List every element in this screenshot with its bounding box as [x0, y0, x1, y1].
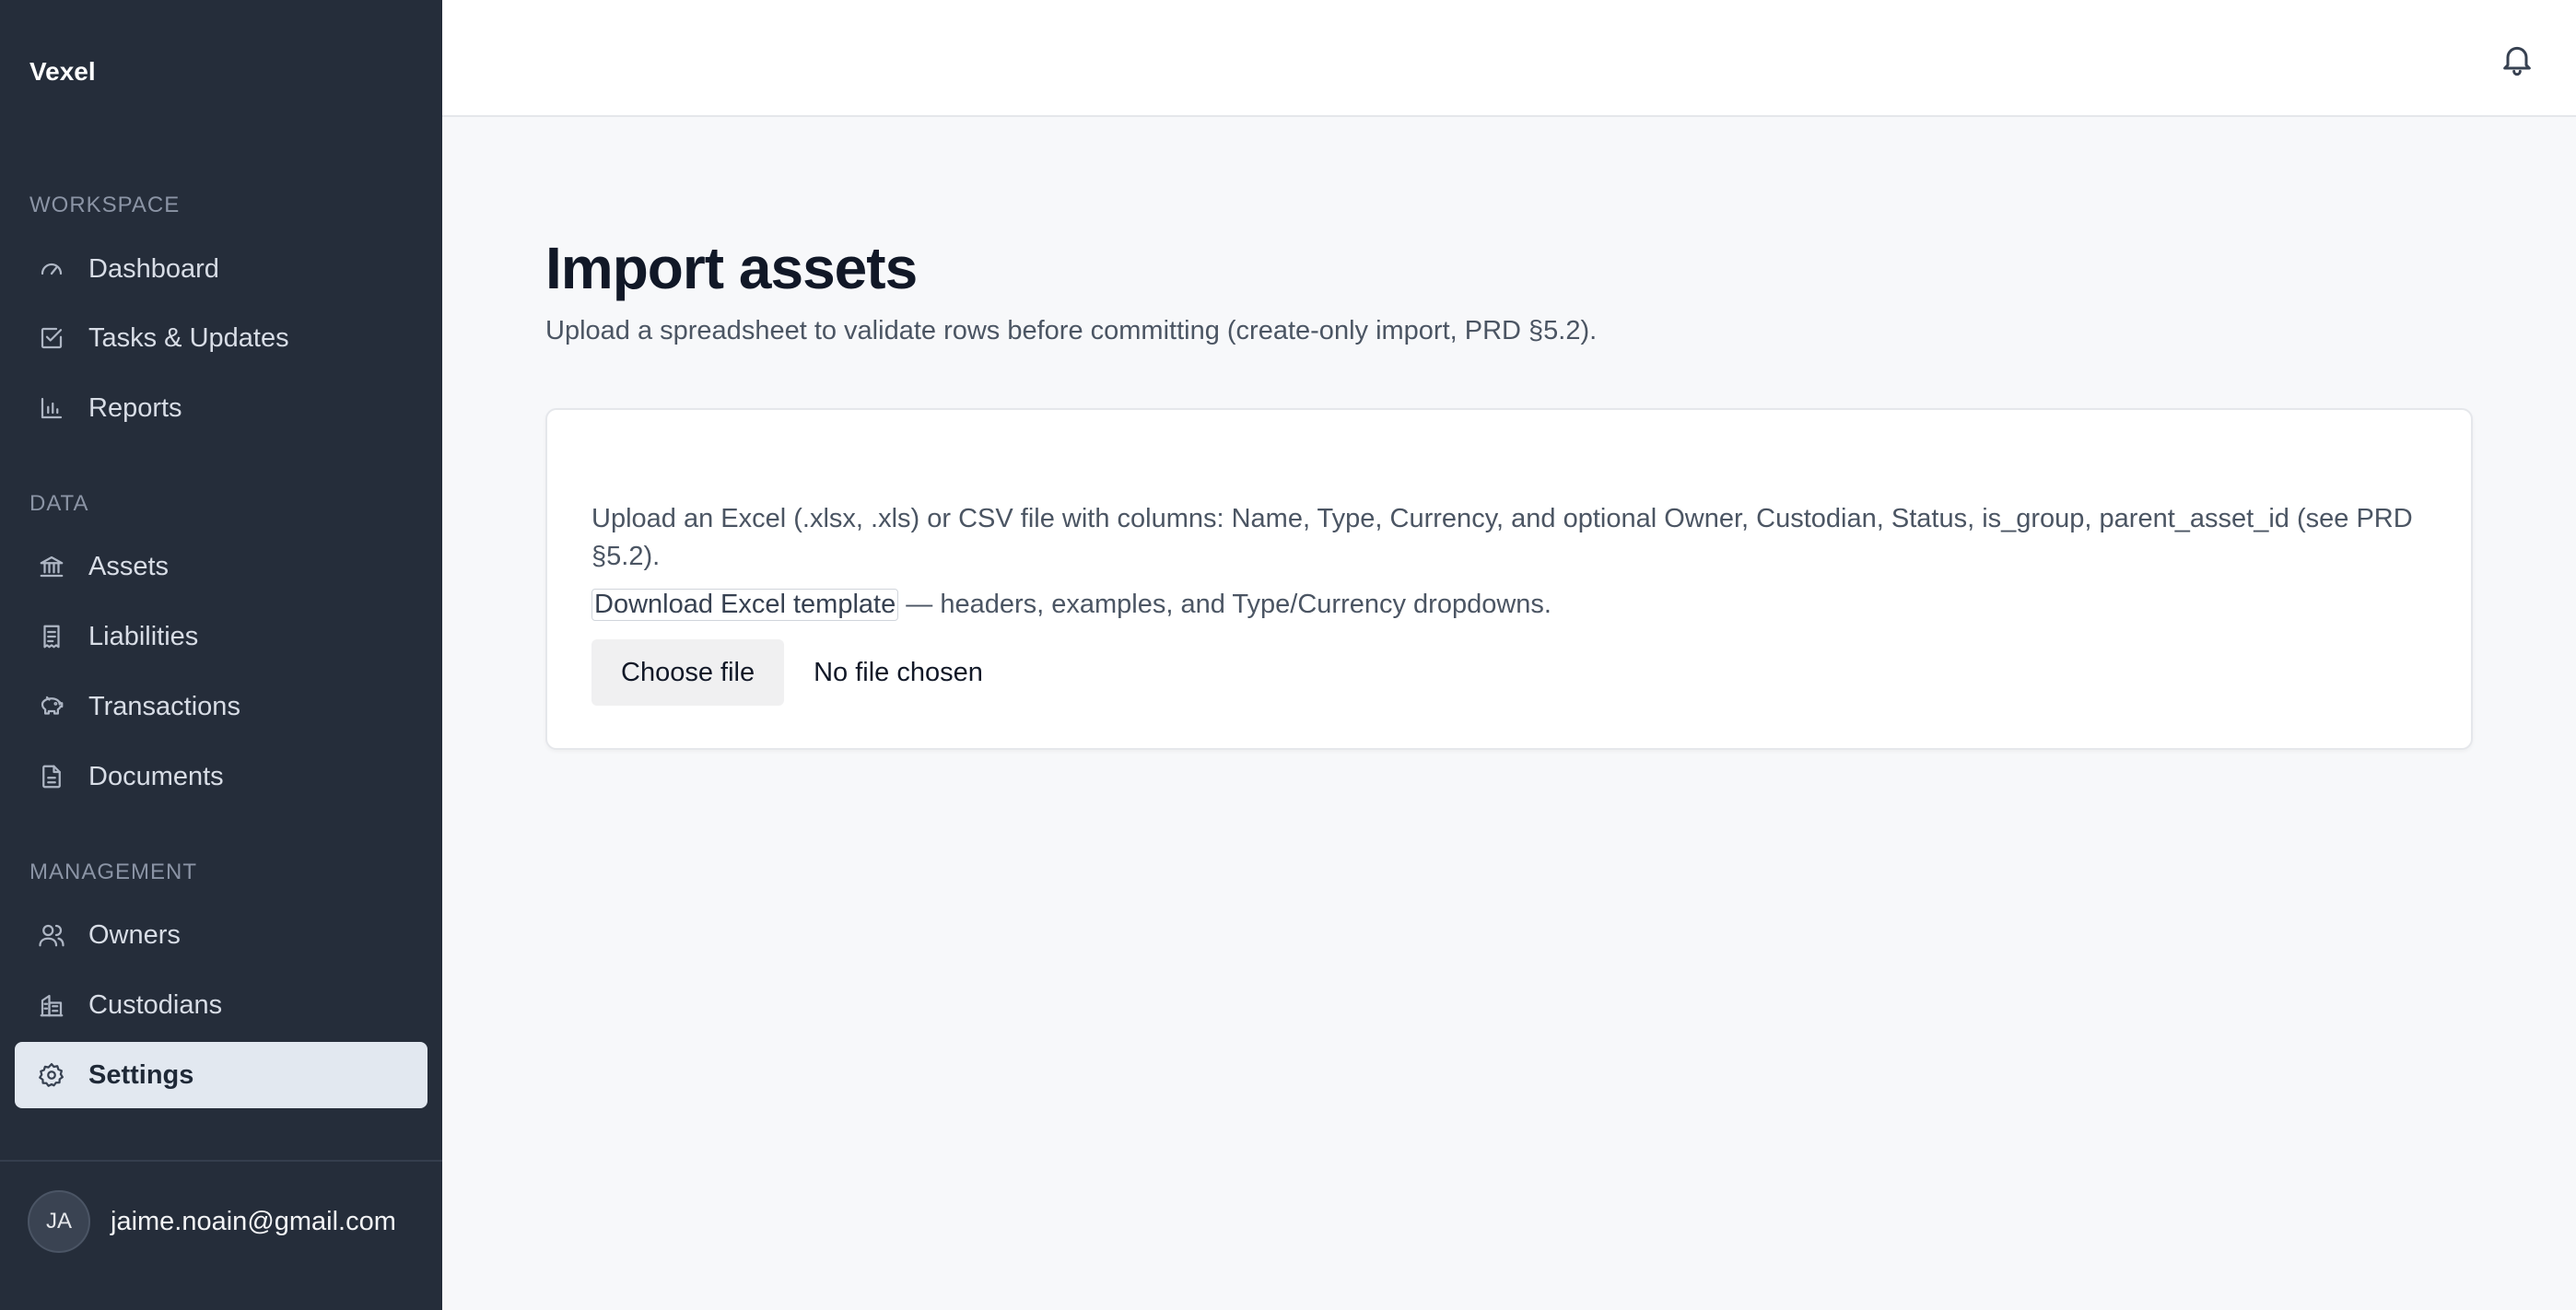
sidebar-item-settings[interactable]: Settings — [15, 1042, 427, 1108]
upload-instructions: Upload an Excel (.xlsx, .xls) or CSV fil… — [591, 504, 2413, 571]
sidebar-item-label: Liabilities — [88, 621, 199, 651]
user-profile[interactable]: JA jaime.noain@gmail.com — [28, 1190, 396, 1253]
sidebar-item-owners[interactable]: Owners — [15, 902, 427, 968]
document-icon — [37, 762, 66, 791]
file-input[interactable]: Choose file No file chosen — [591, 639, 983, 706]
sidebar-item-label: Dashboard — [88, 253, 219, 284]
users-icon — [37, 920, 66, 950]
sidebar-item-dashboard[interactable]: Dashboard — [15, 236, 427, 302]
gauge-icon — [37, 254, 66, 284]
sidebar-item-assets[interactable]: Assets — [15, 533, 427, 600]
sidebar-item-label: Custodians — [88, 989, 223, 1020]
sidebar-item-label: Tasks & Updates — [88, 322, 289, 353]
bell-icon[interactable] — [2495, 37, 2539, 81]
sidebar-divider — [0, 1160, 442, 1162]
sidebar-item-reports[interactable]: Reports — [15, 375, 427, 441]
building-icon — [37, 990, 66, 1020]
sidebar-item-label: Reports — [88, 392, 182, 423]
piggy-bank-icon — [37, 692, 66, 721]
checkbox-icon — [37, 323, 66, 353]
sidebar-item-custodians[interactable]: Custodians — [15, 972, 427, 1038]
download-template-link[interactable]: Download Excel template — [591, 589, 899, 621]
brand-logo[interactable]: Vexel — [29, 57, 96, 87]
section-title-management: MANAGEMENT — [29, 860, 198, 884]
sidebar-item-liabilities[interactable]: Liabilities — [15, 603, 427, 670]
sidebar-item-documents[interactable]: Documents — [15, 743, 427, 810]
template-description: — headers, examples, and Type/Currency d… — [898, 590, 1551, 619]
sidebar-item-label: Owners — [88, 919, 181, 950]
page-title: Import assets — [545, 235, 918, 301]
section-title-data: DATA — [29, 491, 89, 516]
section-title-workspace: WORKSPACE — [29, 193, 181, 217]
bank-icon — [37, 552, 66, 581]
sidebar-item-label: Transactions — [88, 691, 240, 721]
sidebar: Vexel WORKSPACE Dashboard Tasks & Update… — [0, 0, 442, 1310]
sidebar-item-tasks-updates[interactable]: Tasks & Updates — [15, 305, 427, 371]
bar-chart-icon — [37, 393, 66, 423]
template-row: Download Excel template — headers, examp… — [591, 589, 1551, 621]
gear-icon — [37, 1060, 66, 1090]
sidebar-item-transactions[interactable]: Transactions — [15, 673, 427, 740]
top-bar — [442, 0, 2576, 117]
choose-file-button[interactable]: Choose file — [591, 639, 785, 706]
receipt-icon — [37, 622, 66, 651]
avatar[interactable]: JA — [28, 1190, 90, 1253]
import-card: Upload an Excel (.xlsx, .xls) or CSV fil… — [545, 408, 2473, 750]
page-subtitle: Upload a spreadsheet to validate rows be… — [545, 316, 1598, 345]
user-email: jaime.noain@gmail.com — [111, 1206, 396, 1236]
sidebar-item-label: Assets — [88, 551, 170, 581]
file-status: No file chosen — [814, 657, 983, 687]
sidebar-item-label: Documents — [88, 761, 224, 791]
sidebar-item-label: Settings — [88, 1059, 194, 1090]
